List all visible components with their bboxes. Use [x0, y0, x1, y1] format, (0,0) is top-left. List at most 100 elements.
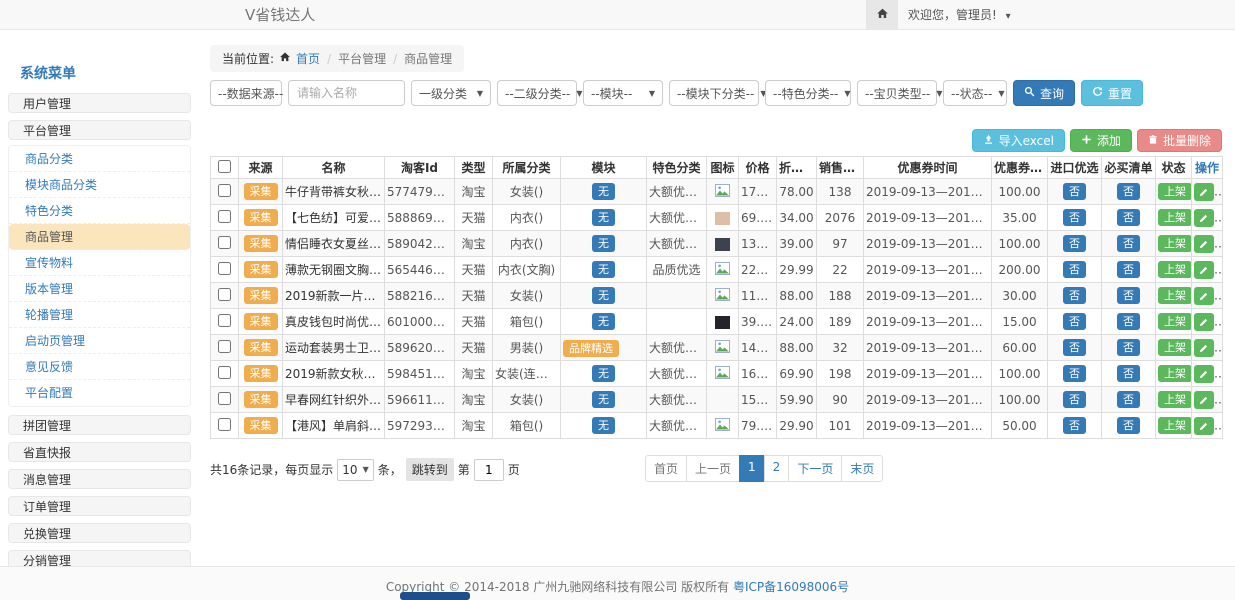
add-button-label: 添加 — [1097, 132, 1121, 149]
pager-prev[interactable]: 上一页 — [686, 455, 740, 482]
edit-button[interactable] — [1194, 313, 1214, 331]
sidebar-subitem-feedback[interactable]: 意见反馈 — [9, 354, 190, 380]
sidebar-subitem-carousel-management[interactable]: 轮播管理 — [9, 302, 190, 328]
import-select-toggle[interactable]: 否 — [1063, 209, 1086, 226]
status-toggle[interactable]: 上架 — [1158, 183, 1192, 200]
edit-button[interactable] — [1194, 261, 1214, 279]
edit-button[interactable] — [1194, 183, 1214, 201]
select-all-checkbox[interactable] — [218, 160, 231, 173]
sidebar-item-exchange-management[interactable]: 兑换管理 — [8, 523, 191, 543]
import-select-toggle[interactable]: 否 — [1063, 339, 1086, 356]
pager-first[interactable]: 首页 — [645, 455, 687, 482]
sidebar-subitem-goods-category[interactable]: 商品分类 — [9, 146, 190, 172]
import-select-toggle[interactable]: 否 — [1063, 235, 1086, 252]
must-buy-toggle[interactable]: 否 — [1117, 339, 1140, 356]
row-checkbox[interactable] — [218, 210, 231, 223]
sidebar-subitem-splash-page-management[interactable]: 启动页管理 — [9, 328, 190, 354]
data-source-select[interactable]: --数据来源--▼ — [210, 80, 282, 106]
refresh-icon — [1092, 86, 1103, 100]
status-toggle[interactable]: 上架 — [1158, 287, 1192, 304]
module-sub-category-select[interactable]: --模块下分类--▼ — [669, 80, 759, 106]
import-select-toggle[interactable]: 否 — [1063, 261, 1086, 278]
sidebar-subitem-version-management[interactable]: 版本管理 — [9, 276, 190, 302]
page-number-input[interactable] — [474, 459, 504, 481]
row-checkbox[interactable] — [218, 418, 231, 431]
pager-last[interactable]: 末页 — [841, 455, 883, 482]
must-buy-toggle[interactable]: 否 — [1117, 209, 1140, 226]
row-checkbox[interactable] — [218, 314, 231, 327]
row-checkbox[interactable] — [218, 288, 231, 301]
row-checkbox[interactable] — [218, 262, 231, 275]
import-select-toggle[interactable]: 否 — [1063, 183, 1086, 200]
batch-delete-button[interactable]: 批量删除 — [1137, 129, 1222, 152]
discount-price: 88.00 — [777, 283, 817, 309]
status-toggle[interactable]: 上架 — [1158, 391, 1192, 408]
edit-button[interactable] — [1194, 235, 1214, 253]
icp-link[interactable]: 粤ICP备16098006号 — [733, 580, 849, 594]
item-type-select[interactable]: --宝贝类型--▼ — [857, 80, 937, 106]
edit-button[interactable] — [1194, 287, 1214, 305]
sidebar-subitem-platform-config[interactable]: 平台配置 — [9, 380, 190, 406]
must-buy-toggle[interactable]: 否 — [1117, 365, 1140, 382]
breadcrumb-home-link[interactable]: 首页 — [296, 50, 320, 67]
edit-button[interactable] — [1194, 365, 1214, 383]
level2-category-select[interactable]: --二级分类--▼ — [497, 80, 577, 106]
jump-to-button[interactable]: 跳转到 — [406, 458, 454, 481]
must-buy-toggle[interactable]: 否 — [1117, 235, 1140, 252]
edit-button[interactable] — [1194, 417, 1214, 435]
per-page-select[interactable]: 10 ▼ — [337, 459, 373, 481]
status-toggle[interactable]: 上架 — [1158, 261, 1192, 278]
import-excel-button[interactable]: 导入excel — [972, 129, 1065, 152]
sidebar-item-group-buy-management[interactable]: 拼团管理 — [8, 415, 191, 435]
module-cell: 无 — [561, 361, 647, 387]
sidebar-item-express-news[interactable]: 省直快报 — [8, 442, 191, 462]
import-select-toggle[interactable]: 否 — [1063, 287, 1086, 304]
import-select-toggle[interactable]: 否 — [1063, 391, 1086, 408]
pager-page-1[interactable]: 1 — [739, 455, 765, 482]
add-button[interactable]: 添加 — [1070, 129, 1132, 152]
pager-next[interactable]: 下一页 — [788, 455, 842, 482]
row-checkbox[interactable] — [218, 184, 231, 197]
sidebar-subitem-module-goods-category[interactable]: 模块商品分类 — [9, 172, 190, 198]
status-select[interactable]: --状态--▼ — [943, 80, 1007, 106]
sidebar-item-platform-management[interactable]: 平台管理 — [8, 120, 191, 140]
row-checkbox[interactable] — [218, 392, 231, 405]
sidebar-subitem-feature-category[interactable]: 特色分类 — [9, 198, 190, 224]
status-toggle[interactable]: 上架 — [1158, 313, 1192, 330]
level1-category-select[interactable]: 一级分类▼ — [411, 80, 491, 106]
sidebar-subitem-promo-materials[interactable]: 宣传物料 — [9, 250, 190, 276]
sidebar-item-order-management[interactable]: 订单管理 — [8, 496, 191, 516]
name-input[interactable] — [288, 80, 405, 106]
sidebar-subitem-goods-management[interactable]: 商品管理 — [9, 224, 190, 250]
sidebar-item-message-management[interactable]: 消息管理 — [8, 469, 191, 489]
sidebar-item-user-management[interactable]: 用户管理 — [8, 93, 191, 113]
status-toggle[interactable]: 上架 — [1158, 235, 1192, 252]
edit-button[interactable] — [1194, 339, 1214, 357]
must-buy-toggle[interactable]: 否 — [1117, 313, 1140, 330]
module-select[interactable]: --模块--▼ — [583, 80, 663, 106]
reset-button[interactable]: 重置 — [1081, 80, 1143, 106]
user-menu[interactable]: 欢迎您，管理员! — [908, 0, 1011, 32]
edit-button[interactable] — [1194, 391, 1214, 409]
must-buy-toggle[interactable]: 否 — [1117, 261, 1140, 278]
status-toggle[interactable]: 上架 — [1158, 209, 1192, 226]
import-select-toggle[interactable]: 否 — [1063, 365, 1086, 382]
home-nav-button[interactable] — [866, 0, 898, 30]
must-buy-toggle[interactable]: 否 — [1117, 287, 1140, 304]
must-buy-toggle[interactable]: 否 — [1117, 391, 1140, 408]
import-select-toggle[interactable]: 否 — [1063, 313, 1086, 330]
feature-category-select[interactable]: --特色分类--▼ — [765, 80, 851, 106]
coupon-amount: 30.00 — [992, 283, 1048, 309]
edit-button[interactable] — [1194, 209, 1214, 227]
must-buy-toggle[interactable]: 否 — [1117, 417, 1140, 434]
import-select-toggle[interactable]: 否 — [1063, 417, 1086, 434]
search-button[interactable]: 查询 — [1013, 80, 1075, 106]
row-checkbox[interactable] — [218, 236, 231, 249]
status-toggle[interactable]: 上架 — [1158, 339, 1192, 356]
row-checkbox[interactable] — [218, 340, 231, 353]
pager-page-2[interactable]: 2 — [764, 455, 790, 482]
row-checkbox[interactable] — [218, 366, 231, 379]
must-buy-toggle[interactable]: 否 — [1117, 183, 1140, 200]
status-toggle[interactable]: 上架 — [1158, 417, 1192, 434]
status-toggle[interactable]: 上架 — [1158, 365, 1192, 382]
